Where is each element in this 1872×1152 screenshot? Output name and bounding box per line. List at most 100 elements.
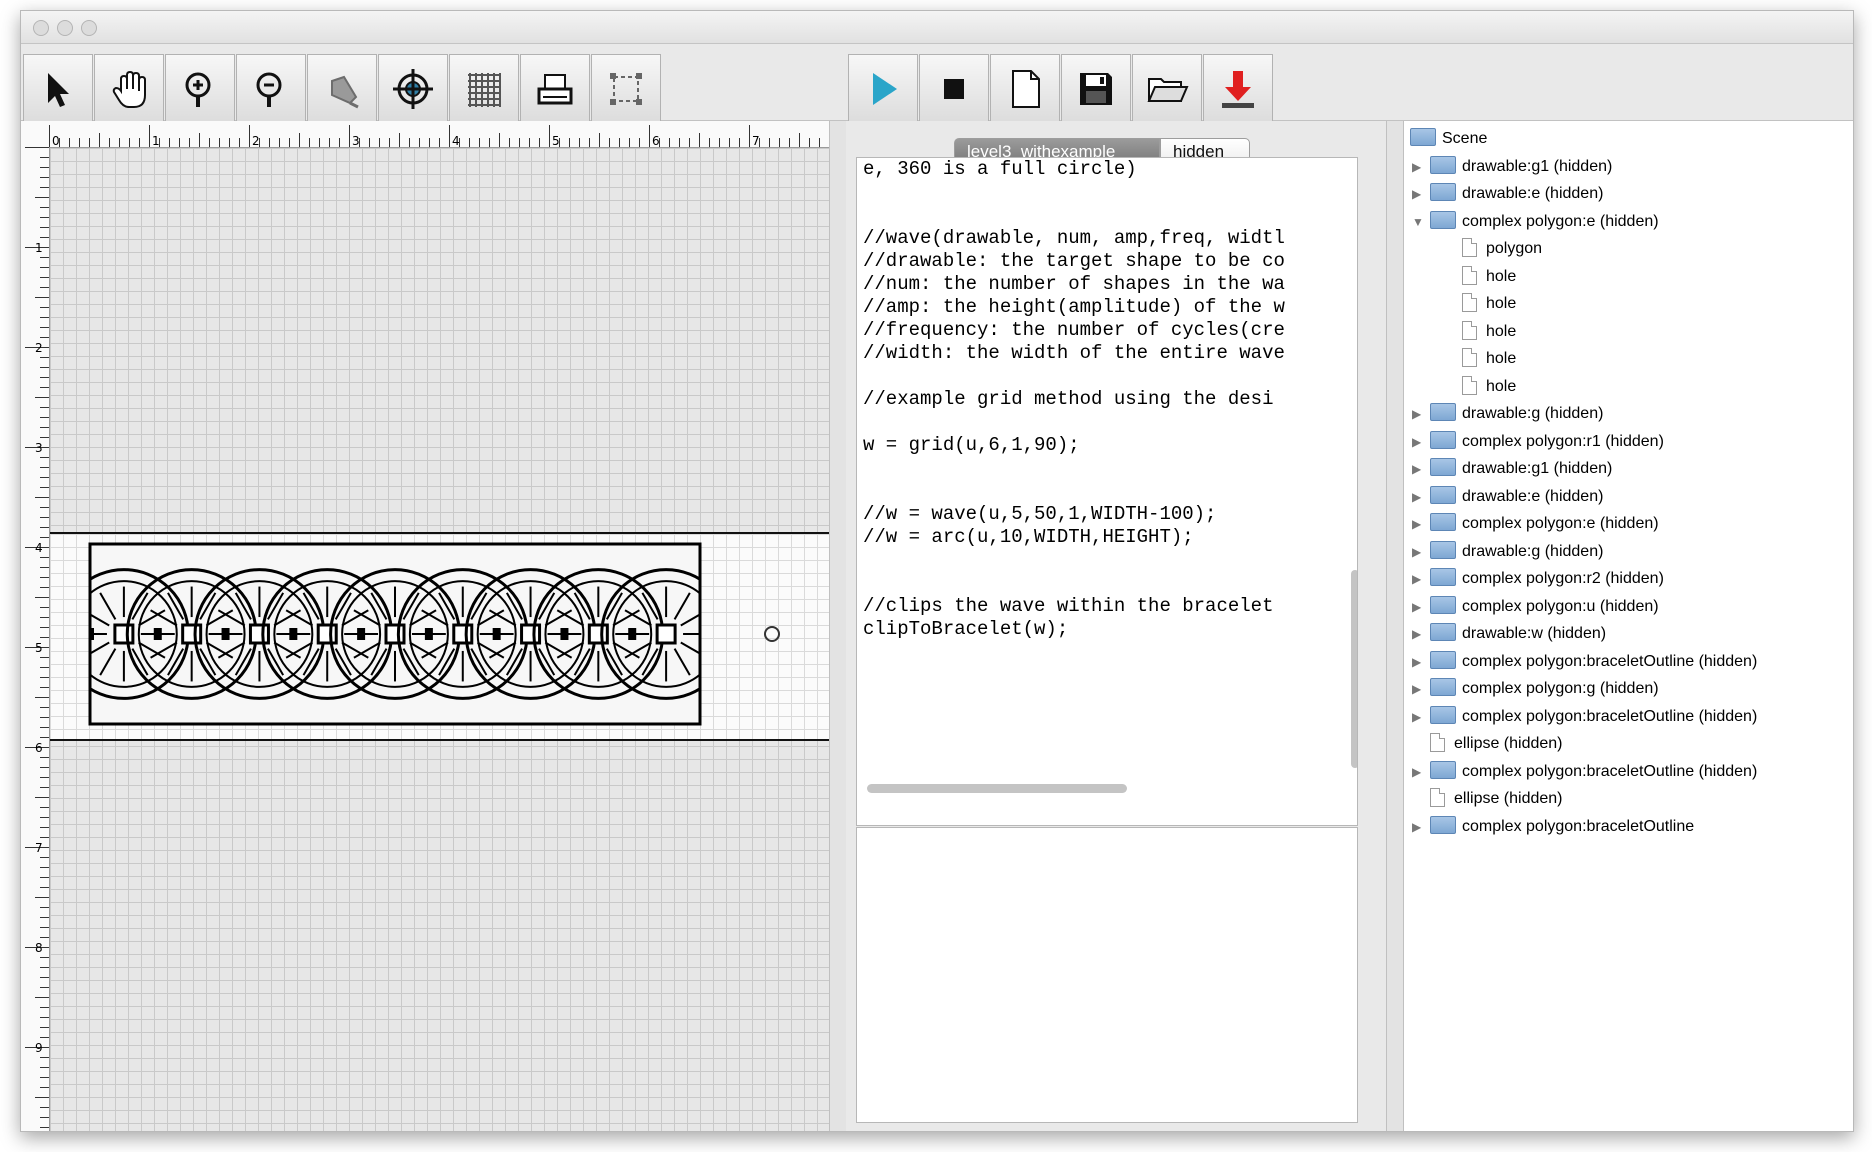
run-button[interactable] [848,54,918,124]
tree-node[interactable]: ▶ complex polygon:r2 (hidden) [1412,565,1664,592]
left-ruler-label: 6 [35,741,43,755]
tree-leaf[interactable]: polygon [1462,235,1542,262]
code-vertical-scrollbar[interactable] [1351,570,1357,768]
code-editor[interactable]: e, 360 is a full circle) //wave(drawable… [856,157,1358,826]
export-button[interactable] [1203,54,1273,124]
tree-leaf[interactable]: hole [1462,263,1516,290]
tree-leaf[interactable]: hole [1462,345,1516,372]
bracelet-pattern[interactable] [50,534,829,739]
tree-node[interactable]: ▶ drawable:e (hidden) [1412,180,1603,207]
expand-arrow-icon[interactable]: ▶ [1412,484,1426,511]
expand-arrow-icon[interactable]: ▶ [1412,566,1426,593]
left-ruler-label: 3 [35,441,43,455]
left-ruler-label: 1 [35,241,43,255]
expand-arrow-icon[interactable]: ▶ [1412,621,1426,648]
zoom-out-button[interactable] [236,54,306,124]
expand-arrow-icon[interactable]: ▶ [1412,649,1426,676]
tree-node-label: drawable:w (hidden) [1462,625,1607,642]
close-window-button[interactable] [33,20,49,36]
tree-node[interactable]: ▶ complex polygon:braceletOutline (hidden… [1412,648,1757,675]
zoom-in-button[interactable] [165,54,235,124]
scene-tree-panel: Scene ▶ drawable:g1 (hidden) ▶ drawable:e (… [1403,121,1853,1131]
expand-arrow-icon[interactable]: ▶ [1412,456,1426,483]
tree-node-label: hole [1486,322,1517,340]
folder-icon [1430,183,1456,201]
tree-node[interactable]: ▶ drawable:g1 (hidden) [1412,153,1612,180]
expand-arrow-icon[interactable]: ▶ [1412,704,1426,731]
code-horizontal-scrollbar[interactable] [867,784,1127,793]
tree-node-label: complex polygon:e (hidden) [1462,515,1659,532]
stop-button[interactable] [919,54,989,124]
tree-node[interactable]: ▶ complex polygon:braceletOutline (hidden… [1412,758,1757,785]
folder-icon [1430,705,1456,724]
hand-icon [112,70,146,108]
target-button[interactable] [378,54,448,124]
tree-leaf[interactable]: ellipse (hidden) [1412,730,1563,757]
print-button[interactable] [520,54,590,124]
expand-arrow-icon[interactable]: ▶ [1412,511,1426,538]
file-icon [1462,238,1477,257]
top-ruler-label: 0 [52,134,60,147]
pan-tool-button[interactable] [94,54,164,124]
expand-arrow-icon[interactable]: ▶ [1412,429,1426,456]
minimize-window-button[interactable] [57,20,73,36]
file-icon [1430,788,1445,807]
console-output[interactable] [856,827,1358,1123]
folder-icon [1430,430,1456,449]
top-ruler-label: 3 [352,134,360,147]
download-icon [1222,71,1254,108]
grid-toggle-button[interactable] [449,54,519,124]
zoom-window-button[interactable] [81,20,97,36]
new-file-button[interactable] [990,54,1060,124]
tree-node-label: ellipse (hidden) [1454,735,1563,752]
top-ruler-label: 7 [752,134,760,147]
expand-arrow-icon[interactable]: ▶ [1412,594,1426,621]
open-button[interactable] [1132,54,1202,124]
tree-node[interactable]: ▶ complex polygon:braceletOutline [1412,813,1694,840]
save-button[interactable] [1061,54,1131,124]
expand-arrow-icon[interactable]: ▶ [1412,759,1426,786]
tree-node[interactable]: ▶ complex polygon:g (hidden) [1412,675,1659,702]
tree-node[interactable]: ▶ drawable:e (hidden) [1412,483,1603,510]
file-icon [1462,293,1477,312]
collapse-arrow-icon[interactable]: ▼ [1412,209,1426,236]
tree-leaf[interactable]: ellipse (hidden) [1412,785,1563,812]
file-icon [1462,375,1477,395]
arrow-pointer-icon [48,73,69,107]
tree-leaf[interactable]: hole [1462,318,1516,345]
expand-arrow-icon[interactable]: ▶ [1412,676,1426,703]
tree-node[interactable]: ▶ complex polygon:e (hidden) [1412,510,1659,537]
pen-tool-button[interactable] [307,54,377,124]
scene-root-label: Scene [1442,130,1488,147]
tree-node-label: complex polygon:braceletOutline [1462,817,1695,835]
drawing-toolbar [21,44,846,124]
expand-arrow-icon[interactable]: ▶ [1412,814,1426,841]
tree-node-label: ellipse (hidden) [1454,790,1563,807]
new-file-icon [1012,70,1040,108]
tree-leaf[interactable]: hole [1462,373,1516,400]
folder-icon [1430,540,1456,559]
expand-arrow-icon[interactable]: ▶ [1412,539,1426,566]
select-tool-button[interactable] [23,54,93,124]
left-ruler-label: 9 [35,1041,43,1055]
tree-node[interactable]: ▼ complex polygon:e (hidden) [1412,208,1659,235]
tree-node-label: drawable:g (hidden) [1462,405,1604,422]
tree-node[interactable]: ▶ drawable:g1 (hidden) [1412,455,1612,482]
selection-box-button[interactable] [591,54,661,124]
expand-arrow-icon[interactable]: ▶ [1412,181,1426,208]
printer-icon [537,74,573,105]
tree-node[interactable]: ▶ complex polygon:u (hidden) [1412,593,1659,620]
tree-node[interactable]: ▶ drawable:g (hidden) [1412,400,1603,427]
tree-leaf[interactable]: hole [1462,290,1516,317]
tree-node[interactable]: ▶ drawable:w (hidden) [1412,620,1606,647]
scene-root[interactable]: Scene [1410,125,1487,152]
expand-arrow-icon[interactable]: ▶ [1412,154,1426,181]
editor-tree-splitter[interactable] [1386,121,1404,1131]
code-text[interactable]: e, 360 is a full circle) //wave(drawable… [863,158,1285,641]
expand-arrow-icon[interactable]: ▶ [1412,401,1426,428]
tree-node[interactable]: ▶ complex polygon:braceletOutline (hidden… [1412,703,1757,730]
drawing-canvas[interactable]: 0 1 2 3 4 5 6 7 1 2 3 4 5 6 7 8 9 [21,121,829,1131]
tree-node[interactable]: ▶ drawable:g (hidden) [1412,538,1603,565]
tree-node[interactable]: ▶ complex polygon:r1 (hidden) [1412,428,1664,455]
bracelet-area[interactable] [50,532,829,741]
